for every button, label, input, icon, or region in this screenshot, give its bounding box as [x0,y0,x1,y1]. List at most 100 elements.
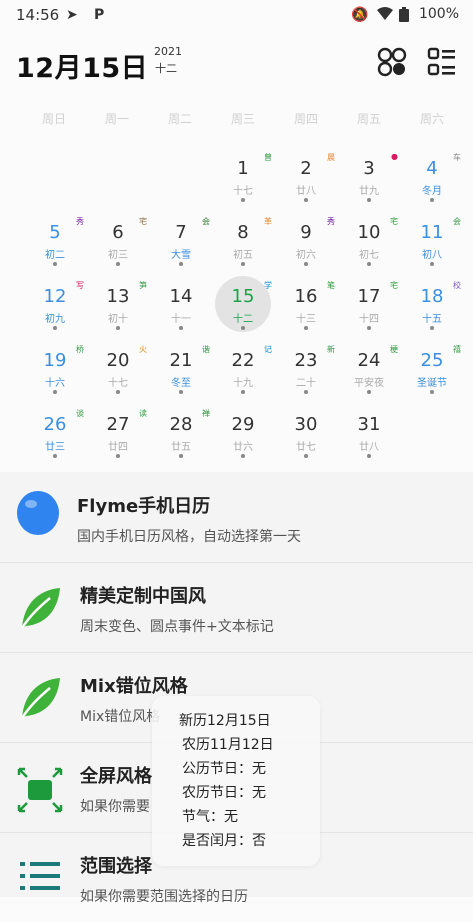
popup-leap-month: 是否闰月：否 [182,833,266,849]
day-cell[interactable]: 6 初三 宅 [91,214,151,274]
lunar-label: 初三 [108,250,128,261]
day-cell[interactable]: 24 平安夜 梗 [342,342,402,402]
day-cell[interactable]: 27 廿四 读 [91,406,151,466]
list-item[interactable]: 精美定制中国风 周末变色、圆点事件+文本标记 [0,562,473,653]
day-scheme-mark: 笋 [139,281,147,290]
lunar-label: 十七 [108,378,128,389]
day-number: 2 [300,158,312,179]
event-dot [116,262,120,266]
event-dot [367,390,371,394]
day-scheme-mark: 宅 [139,217,147,226]
event-dot [241,262,245,266]
day-scheme-mark: 会 [453,217,461,226]
lunar-label: 十六 [45,378,65,389]
day-number: 27 [106,414,130,435]
lunar-label: 廿九 [359,186,379,197]
day-cell[interactable]: 10 初七 宅 [342,214,402,274]
event-dot [367,198,371,202]
day-scheme-mark: 读 [139,409,147,418]
day-cell[interactable]: 8 初五 革 [216,214,276,274]
item-subtitle: Mix错位风格 [80,709,161,725]
event-dot [53,390,57,394]
day-cell[interactable]: 30 廿七 [279,406,339,466]
event-dot [53,326,57,330]
day-scheme-mark: 秀 [327,217,335,226]
month-grid: 1 十七曾 2 廿八晨 3 廿九 ● 4 冬月车 5 初二秀 6 初三宅 7 大雪会 8 初五革 9 初六秀 10 初七… [0,150,473,470]
day-number: 19 [43,350,67,371]
weekday-label: 周日 [41,112,66,126]
battery-icon [399,7,409,26]
day-scheme-mark: 曾 [264,153,272,162]
day-cell[interactable]: 25 圣诞节 禧 [405,342,465,402]
day-cell[interactable]: 28 廿五 禅 [154,406,214,466]
event-dot [367,454,371,458]
event-dot [430,198,434,202]
day-cell[interactable]: 17 十四 宅 [342,278,402,338]
event-dot [367,326,371,330]
day-scheme-mark: 笔 [327,281,335,290]
status-bar: 14:56 ➤ P 🔕 100% [0,0,473,32]
lunar-label: 初二 [45,250,65,261]
lunar-label: 初九 [45,314,65,325]
day-cell[interactable]: 26 廿三 谈 [28,406,88,466]
day-number: 14 [169,286,193,307]
day-number: 15 [231,286,255,307]
day-cell[interactable]: 3 廿九 ● [342,150,402,210]
day-cell[interactable]: 13 初十 笋 [91,278,151,338]
day-cell[interactable]: 20 十七 火 [91,342,151,402]
day-number: 10 [357,222,381,243]
item-subtitle: 国内手机日历风格，自动选择第一天 [77,529,301,545]
event-dot [241,326,245,330]
day-cell-today[interactable]: 15 十二 学 [215,276,276,338]
day-cell[interactable]: 16 十三 笔 [279,278,339,338]
day-number: 17 [357,286,381,307]
event-dot [179,454,183,458]
day-scheme-mark: 禅 [202,409,210,418]
day-cell[interactable]: 4 冬月 车 [405,150,465,210]
send-icon: ➤ [66,7,78,23]
lunar-label: 初十 [108,314,128,325]
lunar-label: 十四 [359,314,379,325]
day-cell[interactable]: 19 十六 桥 [28,342,88,402]
day-scheme-mark: 谈 [76,409,84,418]
day-number: 25 [420,350,444,371]
popup-solar-date: 新历12月15日 [179,713,271,729]
day-cell[interactable]: 18 十五 校 [405,278,465,338]
lunar-label: 廿四 [108,442,128,453]
event-dot [53,454,57,458]
event-dot [116,454,120,458]
day-scheme-mark: 革 [264,217,272,226]
day-cell[interactable]: 12 初九 写 [28,278,88,338]
item-subtitle: 如果你需要 [80,799,150,815]
event-dot [304,454,308,458]
blue-balloon-icon [14,490,62,538]
day-number: 8 [237,222,249,243]
day-cell[interactable]: 23 二十 新 [279,342,339,402]
day-cell[interactable]: 29 廿六 [216,406,276,466]
day-cell[interactable]: 14 十一 [154,278,214,338]
battery-percent: 100% [418,6,459,22]
lunar-label: 廿八 [296,186,316,197]
day-cell[interactable]: 2 廿八 晨 [279,150,339,210]
lunar-label: 初七 [359,250,379,261]
lunar-label: 十一 [171,314,191,325]
day-number: 6 [112,222,124,243]
lunar-label: 二十 [296,378,316,389]
day-cell[interactable]: 22 十九 记 [216,342,276,402]
day-cell[interactable]: 21 冬至 谐 [154,342,214,402]
grid-view-icon[interactable] [376,46,408,78]
item-title: Mix错位风格 [80,676,188,697]
day-cell[interactable]: 9 初六 秀 [279,214,339,274]
day-cell[interactable]: 31 廿八 [342,406,402,466]
day-cell[interactable]: 7 大雪 会 [154,214,214,274]
selected-date[interactable]: 12月15日 [16,46,148,85]
day-cell[interactable]: 5 初二 秀 [28,214,88,274]
day-number: 1 [237,158,249,179]
list-item[interactable]: Flyme手机日历 国内手机日历风格，自动选择第一天 [0,472,473,563]
popup-solar-festival: 公历节日：无 [182,761,266,777]
event-dot [53,262,57,266]
list-view-icon[interactable] [426,46,458,78]
event-dot [179,390,183,394]
day-cell[interactable]: 11 初八 会 [405,214,465,274]
day-cell[interactable]: 1 十七 曾 [216,150,276,210]
